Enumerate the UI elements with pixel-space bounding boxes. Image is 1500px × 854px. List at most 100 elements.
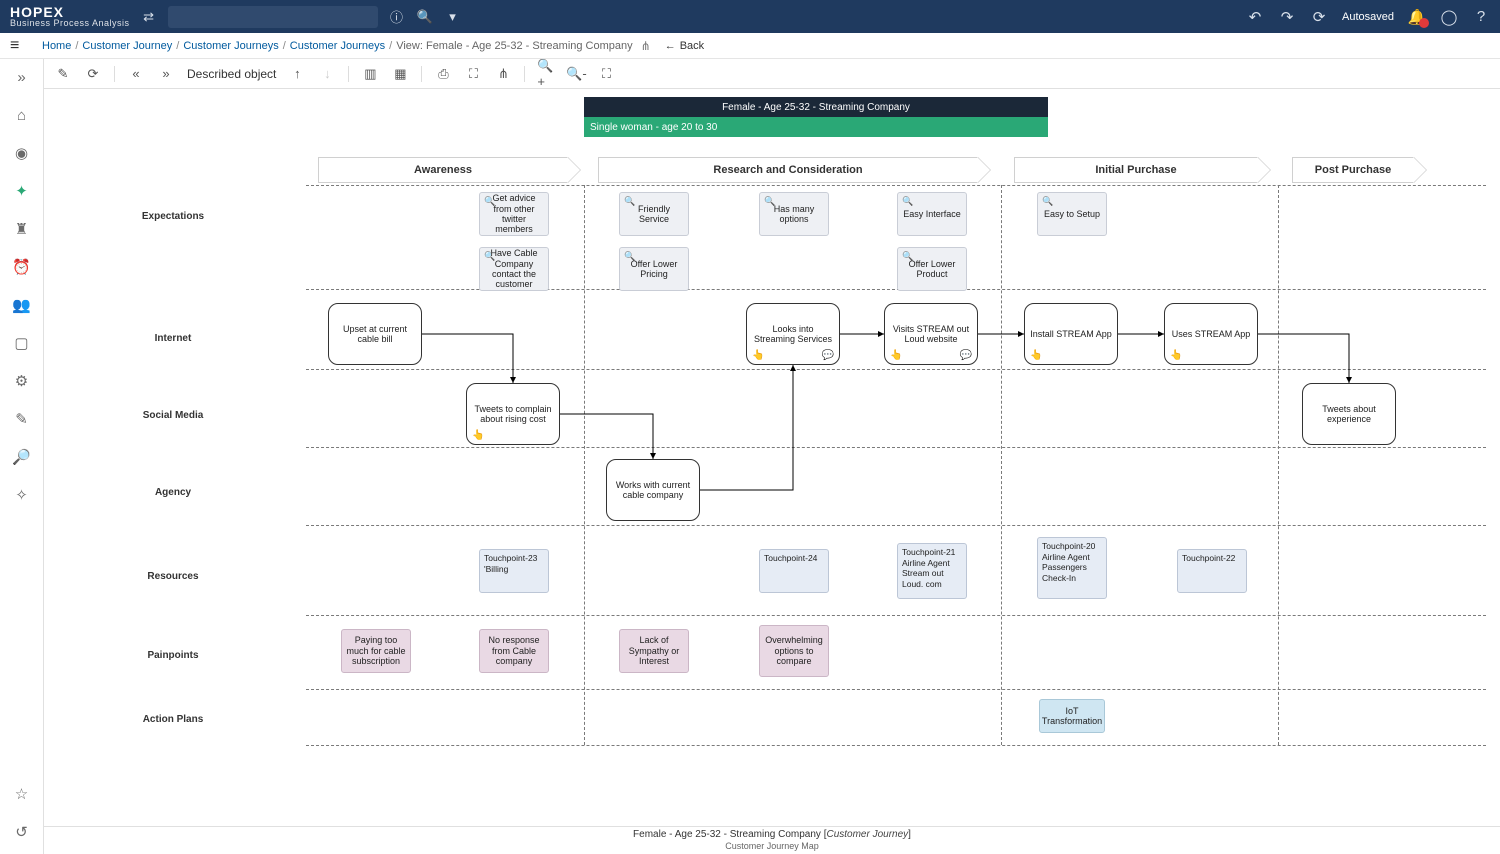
undo-icon[interactable]: ↶ (1246, 8, 1264, 26)
refresh-icon[interactable]: ⟳ (1310, 8, 1328, 26)
crumb-customer-journeys-1[interactable]: Customer Journeys (183, 40, 278, 52)
export-icon[interactable]: ⛶ (464, 65, 482, 83)
reload-icon[interactable]: ⟳ (84, 65, 102, 83)
crumb-customer-journey[interactable]: Customer Journey (82, 40, 172, 52)
box-icon[interactable]: ▢ (10, 331, 34, 355)
pain-lack-sympathy[interactable]: Lack of Sympathy or Interest (619, 629, 689, 673)
back-button[interactable]: ← Back (665, 40, 704, 52)
search-small-icon: 🔍 (624, 251, 635, 261)
expect-advice-twitter[interactable]: 🔍Get advice from other twitter members (479, 192, 549, 236)
expect-lower-pricing[interactable]: 🔍Offer Lower Pricing (619, 247, 689, 291)
expect-many-options[interactable]: 🔍Has many options (759, 192, 829, 236)
nav-first-icon[interactable]: « (127, 65, 145, 83)
print-icon[interactable]: ⎙ (434, 65, 452, 83)
down-icon[interactable]: ↓ (318, 65, 336, 83)
dropdown-icon[interactable]: ▾ (444, 8, 462, 26)
phase-research[interactable]: Research and Consideration (598, 157, 978, 183)
user-icon[interactable]: ◯ (1440, 8, 1458, 26)
home-icon[interactable]: ⌂ (10, 103, 34, 127)
phase-initial-purchase[interactable]: Initial Purchase (1014, 157, 1258, 183)
global-search-input[interactable] (168, 6, 378, 28)
search-small-icon: 🔍 (1042, 196, 1053, 206)
expand-rail-icon[interactable]: » (10, 65, 34, 89)
back-arrow-icon: ← (665, 40, 676, 52)
gear-icon[interactable]: ⚙ (10, 369, 34, 393)
breadcrumb-bar: ≡ Home/ Customer Journey/ Customer Journ… (0, 33, 1500, 59)
comment-icon: 💬 (822, 350, 834, 362)
expect-cable-contact[interactable]: 🔍Have Cable Company contact the customer (479, 247, 549, 291)
grid-icon[interactable]: ▦ (391, 65, 409, 83)
crumb-home[interactable]: Home (42, 40, 71, 52)
touch-icon: 👆 (472, 430, 484, 442)
favorite-icon[interactable]: ☆ (10, 782, 34, 806)
step-streaming-services[interactable]: 👆💬Looks into Streaming Services (746, 303, 840, 365)
info-icon[interactable]: ⓘ (388, 8, 406, 26)
org-icon[interactable]: ♜ (10, 217, 34, 241)
left-nav-rail: » ⌂ ◉ ✦ ♜ ⏰ 👥 ▢ ⚙ ✎ 🔎 ✧ ☆ ↺ (0, 59, 44, 854)
pain-no-response[interactable]: No response from Cable company (479, 629, 549, 673)
described-object-label: Described object (187, 67, 276, 81)
brand: HOPEX Business Process Analysis (10, 5, 130, 28)
menu-icon[interactable]: ≡ (10, 37, 19, 55)
res-touchpoint-24[interactable]: Touchpoint-24 (759, 549, 829, 593)
dashboard-icon[interactable]: ◉ (10, 141, 34, 165)
extra-icon[interactable]: ✧ (10, 483, 34, 507)
alert-icon[interactable]: ⏰ (10, 255, 34, 279)
diagram-toolbar: ✎ ⟳ « » Described object ↑ ↓ ▥ ▦ ⎙ ⛶ ⋔ 🔍… (44, 59, 1500, 89)
pain-overwhelming[interactable]: Overwhelming options to compare (759, 625, 829, 677)
step-tweets-experience[interactable]: Tweets about experience (1302, 383, 1396, 445)
phase-awareness[interactable]: Awareness (318, 157, 568, 183)
phase-post-purchase[interactable]: Post Purchase (1292, 157, 1414, 183)
diagram-title: Female - Age 25-32 - Streaming Company (584, 97, 1048, 117)
edit-icon[interactable]: ✎ (10, 407, 34, 431)
nav-last-icon[interactable]: » (157, 65, 175, 83)
touch-icon: 👆 (1170, 350, 1182, 362)
top-bar: HOPEX Business Process Analysis ⇄ ⓘ 🔍 ▾ … (0, 0, 1500, 33)
lane-resources: Resources (44, 571, 302, 582)
search-small-icon: 🔍 (484, 251, 495, 261)
expect-friendly-service[interactable]: 🔍Friendly Service (619, 192, 689, 236)
search-small-icon: 🔍 (902, 251, 913, 261)
step-uses-app[interactable]: 👆Uses STREAM App (1164, 303, 1258, 365)
step-visit-stream[interactable]: 👆💬Visits STREAM out Loud website (884, 303, 978, 365)
res-touchpoint-23[interactable]: Touchpoint-23'Billing (479, 549, 549, 593)
zoom-out-icon[interactable]: 🔍- (567, 65, 585, 83)
model-icon[interactable]: ✦ (10, 179, 34, 203)
autosave-label: Autosaved (1342, 11, 1394, 23)
step-upset-cable[interactable]: Upset at current cable bill (328, 303, 422, 365)
share-tool-icon[interactable]: ⋔ (494, 65, 512, 83)
help-icon[interactable]: ? (1472, 8, 1490, 26)
redo-icon[interactable]: ↷ (1278, 8, 1296, 26)
up-icon[interactable]: ↑ (288, 65, 306, 83)
history-icon[interactable]: ↺ (10, 820, 34, 844)
expect-easy-setup[interactable]: 🔍Easy to Setup (1037, 192, 1107, 236)
res-touchpoint-22[interactable]: Touchpoint-22 (1177, 549, 1247, 593)
diagram-canvas[interactable]: Female - Age 25-32 - Streaming Company S… (44, 89, 1500, 826)
top-right-actions: ↶ ↷ ⟳ Autosaved 🔔 ◯ ? (1246, 8, 1490, 26)
res-touchpoint-21[interactable]: Touchpoint-21Airline AgentStream out Lou… (897, 543, 967, 599)
crumb-view: View: Female - Age 25-32 - Streaming Com… (396, 40, 632, 52)
swap-icon[interactable]: ⇄ (140, 8, 158, 26)
res-touchpoint-20[interactable]: Touchpoint-20Airline AgentPassengers Che… (1037, 537, 1107, 599)
step-tweets-complain[interactable]: 👆Tweets to complain about rising cost (466, 383, 560, 445)
brand-subtitle: Business Process Analysis (10, 19, 130, 28)
search-rail-icon[interactable]: 🔎 (10, 445, 34, 469)
plan-iot-transformation[interactable]: IoT Transformation (1039, 699, 1105, 733)
zoom-in-icon[interactable]: 🔍+ (537, 65, 555, 83)
step-cable-company[interactable]: Works with current cable company (606, 459, 700, 521)
crumb-customer-journeys-2[interactable]: Customer Journeys (290, 40, 385, 52)
pain-paying-too-much[interactable]: Paying too much for cable subscription (341, 629, 411, 673)
comment-icon: 💬 (960, 350, 972, 362)
touch-icon: 👆 (752, 350, 764, 362)
expect-lower-product[interactable]: 🔍Offer Lower Product (897, 247, 967, 291)
step-install-app[interactable]: 👆Install STREAM App (1024, 303, 1118, 365)
people-icon[interactable]: 👥 (10, 293, 34, 317)
share-icon[interactable]: ⋔ (641, 39, 651, 53)
edit-mode-icon[interactable]: ✎ (54, 65, 72, 83)
expect-easy-interface[interactable]: 🔍Easy Interface (897, 192, 967, 236)
lane-action-plans: Action Plans (44, 714, 302, 725)
search-icon[interactable]: 🔍 (416, 8, 434, 26)
fullscreen-icon[interactable]: ⛶ (597, 65, 615, 83)
notifications-icon[interactable]: 🔔 (1408, 8, 1426, 26)
panel-icon[interactable]: ▥ (361, 65, 379, 83)
